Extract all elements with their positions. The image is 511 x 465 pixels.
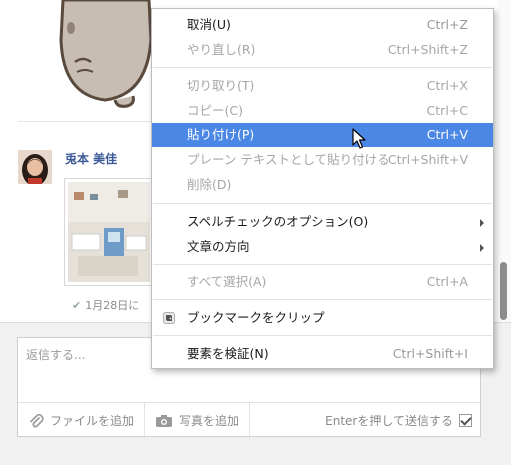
attach-file-button[interactable]: ファイルを追加 xyxy=(18,402,146,439)
menu-item-label: 要素を検証(N) xyxy=(187,346,269,361)
menu-item-text-direction[interactable]: 文章の方向 xyxy=(152,235,493,259)
scrollbar-thumb[interactable] xyxy=(500,262,507,320)
menu-item-paste[interactable]: 貼り付け(P) Ctrl+V xyxy=(152,123,493,147)
menu-item-undo[interactable]: 取消(U) Ctrl+Z xyxy=(152,13,493,37)
author-name[interactable]: 兎本 美佳 xyxy=(65,150,117,167)
menu-item-paste-plain[interactable]: プレーン テキストとして貼り付ける Ctrl+Shift+V xyxy=(152,148,493,172)
add-photo-label: 写真を追加 xyxy=(179,414,240,428)
menu-item-shortcut: Ctrl+Shift+Z xyxy=(387,42,468,57)
menu-item-cut[interactable]: 切り取り(T) Ctrl+X xyxy=(152,74,493,98)
reply-input[interactable]: 返信する... xyxy=(26,346,85,363)
menu-item-label: 削除(D) xyxy=(187,177,232,192)
menu-item-delete[interactable]: 削除(D) xyxy=(152,173,493,197)
menu-separator xyxy=(153,67,492,68)
enter-to-send-checkbox[interactable] xyxy=(459,414,472,427)
enter-to-send-label: Enterを押して送信する xyxy=(325,414,453,428)
menu-item-shortcut: Ctrl+Shift+V xyxy=(387,152,468,167)
attach-file-label: ファイルを追加 xyxy=(50,414,135,428)
menu-separator xyxy=(153,335,492,336)
menu-item-label: 文章の方向 xyxy=(187,239,250,254)
cat-sticker xyxy=(59,0,153,108)
enter-to-send-option[interactable]: Enterを押して送信する xyxy=(325,412,480,429)
menu-item-label: 切り取り(T) xyxy=(187,78,255,93)
evernote-icon xyxy=(163,312,175,324)
seen-status: ✔ 1月28日に xyxy=(72,297,139,313)
menu-item-shortcut: Ctrl+X xyxy=(426,78,468,93)
menu-item-label: 取消(U) xyxy=(187,17,231,32)
seen-text: 1月28日に xyxy=(85,299,140,312)
menu-item-label: スペルチェックのオプション(O) xyxy=(187,214,369,229)
menu-item-shortcut: Ctrl+Shift+I xyxy=(392,346,468,361)
add-photo-button[interactable]: 写真を追加 xyxy=(145,402,251,439)
menu-item-shortcut: Ctrl+Z xyxy=(426,17,468,32)
composer-toolbar: ファイルを追加 写真を追加 Enterを押して送信する xyxy=(18,402,480,439)
checkmark-icon: ✔ xyxy=(72,299,82,312)
photo-attachment[interactable] xyxy=(64,178,154,286)
menu-item-label: コピー(C) xyxy=(187,103,243,118)
paperclip-icon xyxy=(30,413,44,428)
menu-item-spellcheck-options[interactable]: スペルチェックのオプション(O) xyxy=(152,210,493,234)
message-divider xyxy=(18,121,158,122)
menu-item-copy[interactable]: コピー(C) Ctrl+C xyxy=(152,99,493,123)
menu-item-shortcut: Ctrl+A xyxy=(426,274,468,289)
menu-separator xyxy=(153,264,492,265)
menu-item-inspect-element[interactable]: 要素を検証(N) Ctrl+Shift+I xyxy=(152,342,493,366)
menu-item-label: すべて選択(A) xyxy=(187,274,267,289)
context-menu: 取消(U) Ctrl+Z やり直し(R) Ctrl+Shift+Z 切り取り(T… xyxy=(151,8,494,369)
menu-item-shortcut: Ctrl+V xyxy=(426,127,468,142)
menu-separator xyxy=(153,299,492,300)
mouse-cursor-icon xyxy=(352,128,366,149)
avatar[interactable] xyxy=(18,150,52,184)
menu-separator xyxy=(153,203,492,204)
submenu-arrow-icon xyxy=(480,244,484,252)
menu-item-label: 貼り付け(P) xyxy=(187,127,255,142)
submenu-arrow-icon xyxy=(480,219,484,227)
menu-item-select-all[interactable]: すべて選択(A) Ctrl+A xyxy=(152,270,493,294)
menu-item-redo[interactable]: やり直し(R) Ctrl+Shift+Z xyxy=(152,38,493,62)
menu-item-label: プレーン テキストとして貼り付ける xyxy=(187,152,390,167)
menu-item-shortcut: Ctrl+C xyxy=(426,103,468,118)
menu-item-clip-bookmark[interactable]: ブックマークをクリップ xyxy=(152,306,493,330)
menu-item-label: やり直し(R) xyxy=(187,42,256,57)
menu-item-label: ブックマークをクリップ xyxy=(187,310,325,325)
camera-icon xyxy=(156,414,173,427)
